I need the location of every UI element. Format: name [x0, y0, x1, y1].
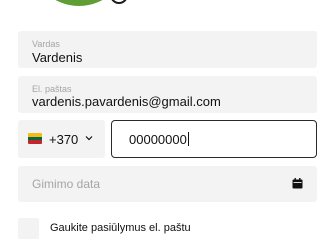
chevron-down-icon — [85, 136, 93, 141]
phone-number-input[interactable]: 00000000 — [111, 120, 317, 158]
text-caret — [187, 132, 189, 146]
phone-number-value[interactable]: 00000000 — [129, 132, 187, 147]
first-name-label: Vardas — [32, 39, 60, 49]
offers-checkbox-label[interactable]: Gaukite pasiūlymus el. paštu — [50, 222, 191, 234]
first-name-value[interactable]: Vardenis — [32, 50, 82, 65]
dial-code: +370 — [49, 132, 79, 147]
email-field[interactable]: El. paštas vardenis.pavardenis@gmail.com — [18, 76, 317, 113]
country-code-select[interactable]: +370 — [18, 120, 105, 158]
email-label: El. paštas — [32, 84, 72, 94]
offers-checkbox[interactable] — [18, 218, 39, 239]
calendar-icon[interactable] — [292, 178, 303, 189]
birthdate-field[interactable]: Gimimo data — [18, 166, 317, 202]
first-name-field[interactable]: Vardas Vardenis — [18, 31, 317, 68]
email-value[interactable]: vardenis.pavardenis@gmail.com — [32, 94, 221, 109]
avatar-edit-badge[interactable] — [110, 0, 128, 4]
birthdate-placeholder: Gimimo data — [32, 177, 101, 191]
lithuania-flag-icon — [28, 133, 42, 144]
